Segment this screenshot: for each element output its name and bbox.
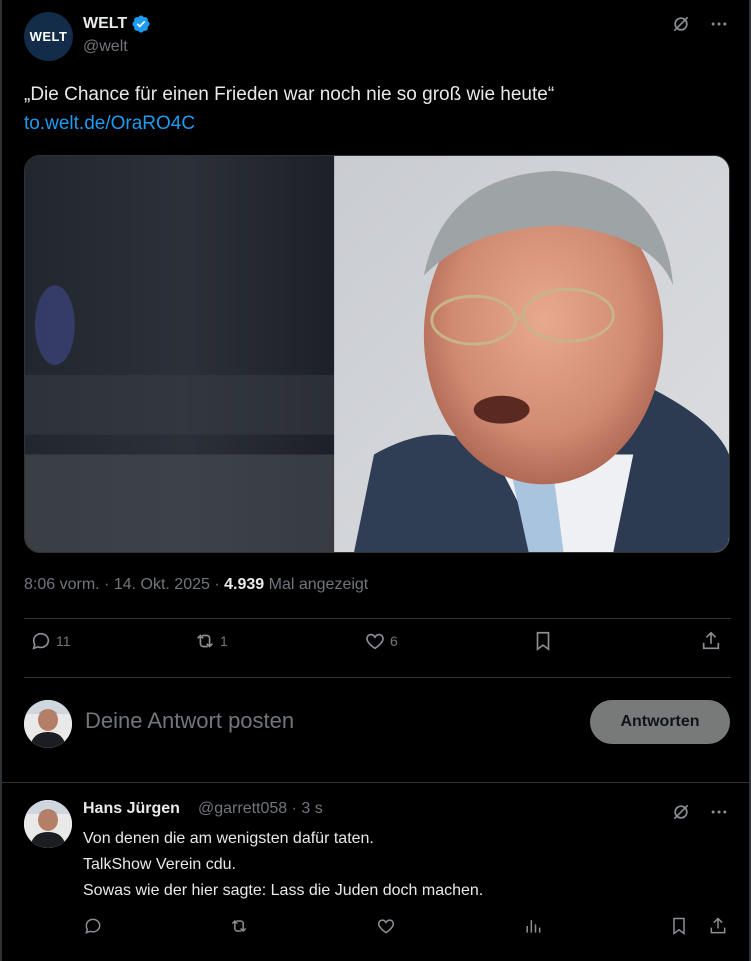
- retweet-icon: [231, 919, 247, 933]
- reply-submit-button[interactable]: Antworten: [590, 700, 730, 744]
- meta-separator-2: ·: [214, 576, 220, 593]
- bookmark-action[interactable]: [532, 630, 554, 652]
- views-label: Mal angezeigt: [268, 576, 369, 593]
- retweet-icon: [197, 634, 213, 648]
- like-icon: [377, 919, 395, 934]
- reply-views-action[interactable]: [523, 916, 543, 936]
- composer-avatar[interactable]: [24, 700, 72, 748]
- reply-icon: [85, 918, 101, 934]
- tweet-top-actions: [669, 12, 731, 36]
- reply-author-handle[interactable]: @garrett058 · 3 s: [198, 800, 323, 818]
- reply-share-action[interactable]: [708, 916, 728, 936]
- author-name[interactable]: WELT: [83, 14, 151, 34]
- share-action[interactable]: [700, 630, 722, 652]
- grok-icon[interactable]: [669, 12, 693, 36]
- views-icon: [526, 920, 541, 933]
- tweet-date[interactable]: 14. Okt. 2025: [114, 576, 210, 593]
- user-photo: [24, 800, 72, 848]
- reply-count: 11: [56, 633, 71, 649]
- tweet-meta: 8:06 vorm. · 14. Okt. 2025 · 4.939 Mal a…: [24, 576, 368, 594]
- reply-input[interactable]: Deine Antwort posten: [85, 708, 294, 734]
- reply-line: TalkShow Verein cdu.: [83, 856, 236, 873]
- retweet-count: 1: [220, 633, 228, 649]
- bookmark-icon: [536, 631, 550, 651]
- reply-top-actions: [669, 800, 731, 824]
- like-count: 6: [390, 633, 398, 649]
- share-icon: [710, 917, 726, 934]
- tweet-text: „Die Chance für einen Frieden war noch n…: [24, 84, 555, 105]
- verified-badge-icon: [132, 15, 150, 33]
- author-avatar[interactable]: WELT: [24, 12, 73, 61]
- views-count: 4.939: [224, 576, 265, 593]
- divider-top: [24, 618, 731, 619]
- left-border: [0, 0, 2, 961]
- reply-icon: [32, 632, 50, 650]
- tweet-image[interactable]: [24, 155, 730, 553]
- bookmark-icon: [673, 917, 685, 935]
- reply-action-bar: [83, 916, 731, 942]
- divider-bottom: [24, 677, 731, 678]
- share-icon: [702, 631, 720, 650]
- retweet-action[interactable]: 1: [194, 630, 228, 652]
- portrait-photo: [25, 156, 729, 552]
- tweet-action-bar: 11 1 6: [24, 630, 731, 666]
- meta-separator: ·: [104, 576, 110, 593]
- user-photo: [24, 700, 72, 748]
- reply-line: Von denen die am wenigsten dafür taten.: [83, 830, 374, 847]
- reply-line: Sowas wie der hier sagte: Lass die Juden…: [83, 882, 484, 899]
- reply-like-action[interactable]: [376, 916, 396, 936]
- reply-retweet-action[interactable]: [229, 916, 249, 936]
- more-icon[interactable]: [707, 800, 731, 824]
- reply-action[interactable]: 11: [30, 630, 71, 652]
- reply-text: Von denen die am wenigsten dafür taten. …: [83, 826, 483, 904]
- reply-bookmark-action[interactable]: [669, 916, 689, 936]
- reply-reply-action[interactable]: [83, 916, 103, 936]
- like-icon: [366, 633, 384, 650]
- author-name-text: WELT: [83, 15, 128, 32]
- tweet-link[interactable]: to.welt.de/OraRO4C: [24, 111, 195, 137]
- grok-icon[interactable]: [669, 800, 693, 824]
- author-handle[interactable]: @welt: [83, 38, 128, 56]
- section-divider: [0, 782, 751, 783]
- tweet-time[interactable]: 8:06 vorm.: [24, 576, 100, 593]
- avatar-logo-text: WELT: [29, 29, 68, 44]
- reply-author-avatar[interactable]: [24, 800, 72, 848]
- more-icon[interactable]: [707, 12, 731, 36]
- reply-author-name[interactable]: Hans Jürgen: [83, 800, 180, 818]
- like-action[interactable]: 6: [364, 630, 398, 652]
